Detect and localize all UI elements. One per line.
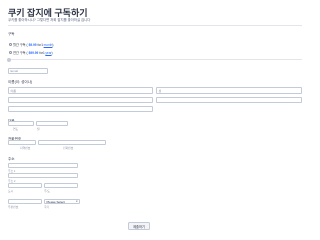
plan-monthly-prefix: 월간 구독 ( [13,43,28,47]
birth-year-field[interactable] [8,121,34,126]
zip-sublabel: 우편번호 [8,205,19,209]
chevron-down-icon: ▾ [76,200,78,203]
state-field[interactable] [44,183,78,188]
plan-option-yearly[interactable]: 연간 구독 ( $99.99 for 1 year ) [9,50,53,55]
last-name-placeholder: 성 [158,88,162,93]
email-field[interactable]: Email [8,68,48,74]
phone-number-sublabel: 전화번호 [63,145,74,150]
street-address-field[interactable] [8,163,78,168]
plan-monthly-close: ) [52,42,54,47]
submit-button[interactable]: 제출하기 [128,222,150,230]
country-sublabel: 국가 [44,205,50,209]
plan-monthly-link[interactable]: month [44,43,53,47]
last-name-field[interactable]: 성 [156,87,302,94]
header-divider [8,25,302,26]
address-label: 주소 [8,157,15,161]
city-sublabel: 도시 [8,189,14,193]
area-code-sublabel: 지역번호 [20,145,31,150]
name-label: 이름(이: 성이나) [8,80,33,84]
quantity-slider-track[interactable] [8,59,302,60]
birth-month-field[interactable] [36,121,68,126]
quantity-slider-handle[interactable] [7,57,11,62]
birth-year-sublabel: 연도 [13,127,19,131]
phone-number-field[interactable] [38,140,106,145]
page-subtitle: 쿠키를 좋아하시나? 그렇다면 저희 잡지를 좋아하실 겁니다 [8,18,91,22]
radio-monthly[interactable] [9,43,12,46]
country-select[interactable]: Please Select ▾ [44,199,80,204]
street-address2-field[interactable] [8,173,78,178]
first-name-field[interactable]: 이름 [8,87,153,94]
plan-option-monthly[interactable]: 월간 구독 ( $9.99 for 1 month ) [9,42,53,47]
birth-month-sublabel: 월 [37,127,40,131]
area-code-field[interactable] [8,140,36,145]
radio-yearly[interactable] [9,51,12,54]
state-sublabel: 주/도 [44,189,50,193]
first-name-placeholder: 이름 [10,88,17,93]
extra-field-3[interactable] [8,106,153,112]
plan-label: 구독 [8,32,15,36]
country-select-value: Please Select [46,199,65,204]
plan-yearly-price: $99.99 [28,50,39,55]
plan-monthly-price: $9.99 [28,42,37,47]
city-field[interactable] [8,183,42,188]
email-placeholder: Email [10,69,19,73]
extra-field-2[interactable] [156,97,302,103]
zip-field[interactable] [8,199,42,204]
extra-field-1[interactable] [8,97,153,103]
plan-yearly-close: ) [51,50,53,55]
plan-yearly-prefix: 연간 구독 ( [13,51,28,55]
